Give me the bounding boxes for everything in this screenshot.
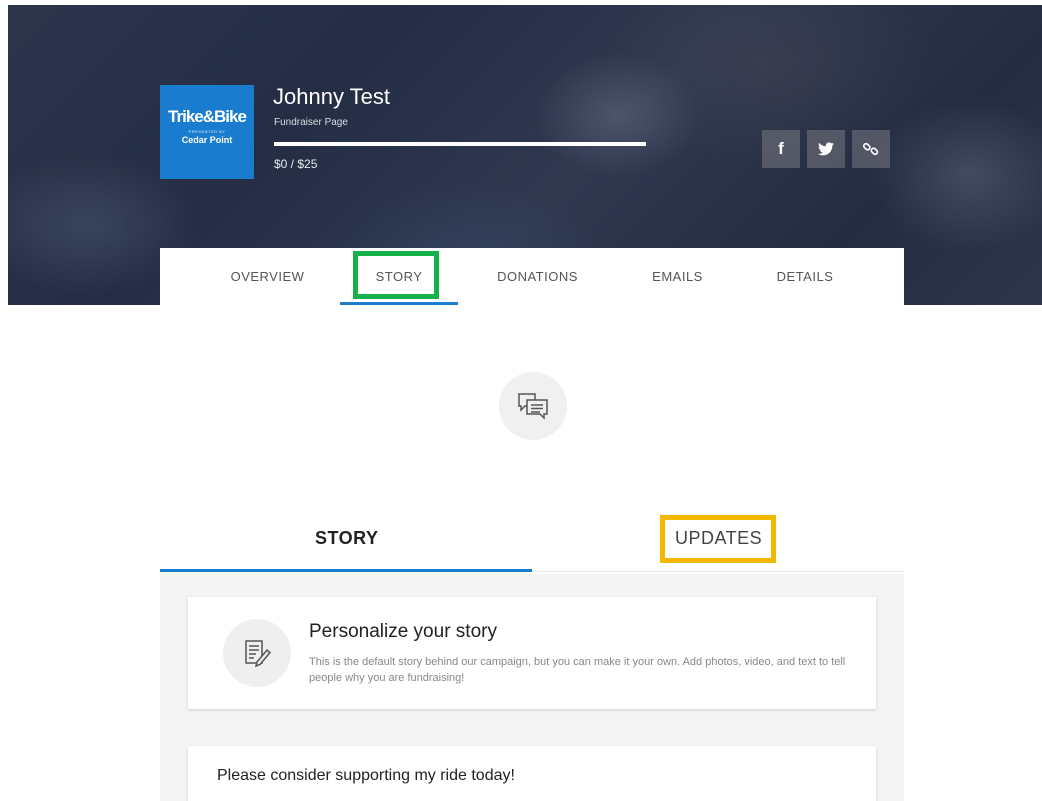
story-subtabs: STORY UPDATES	[160, 510, 904, 574]
facebook-icon: f	[778, 139, 784, 158]
personalize-icon-circle	[223, 619, 291, 687]
tab-donations[interactable]: DONATIONS	[480, 248, 595, 305]
main-nav: OVERVIEW STORY DONATIONS EMAILS DETAILS	[160, 248, 904, 305]
fundraiser-name: Johnny Test	[273, 84, 391, 109]
edit-document-icon	[245, 640, 271, 668]
copy-link-button[interactable]	[852, 130, 890, 168]
personalize-story-card[interactable]: Personalize your story This is the defau…	[188, 597, 876, 709]
personalize-title: Personalize your story	[309, 621, 497, 642]
page-subtitle: Fundraiser Page	[274, 117, 348, 128]
subtab-story[interactable]: STORY	[315, 528, 379, 549]
facebook-share-button[interactable]: f	[762, 130, 800, 168]
highlight-updates-tab	[660, 515, 776, 563]
tab-overview[interactable]: OVERVIEW	[210, 248, 325, 305]
link-icon	[863, 142, 879, 156]
story-text: Please consider supporting my ride today…	[217, 767, 515, 784]
active-tab-indicator	[340, 302, 458, 305]
twitter-share-button[interactable]	[807, 130, 845, 168]
highlight-story-tab	[353, 251, 439, 299]
chat-bubbles-icon	[518, 393, 548, 420]
twitter-icon	[818, 142, 834, 156]
campaign-logo: Trike&Bike PRESENTED BY Cedar Point	[160, 85, 254, 179]
amount-raised: $0 / $25	[274, 157, 318, 171]
story-text-card: Please consider supporting my ride today…	[188, 746, 876, 801]
tab-emails[interactable]: EMAILS	[625, 248, 730, 305]
tab-details[interactable]: DETAILS	[750, 248, 860, 305]
progress-bar	[274, 142, 646, 146]
story-section-icon	[499, 372, 567, 440]
personalize-description: This is the default story behind our cam…	[309, 656, 846, 684]
progress-bar-fill	[274, 142, 646, 146]
active-subtab-indicator	[160, 569, 532, 572]
